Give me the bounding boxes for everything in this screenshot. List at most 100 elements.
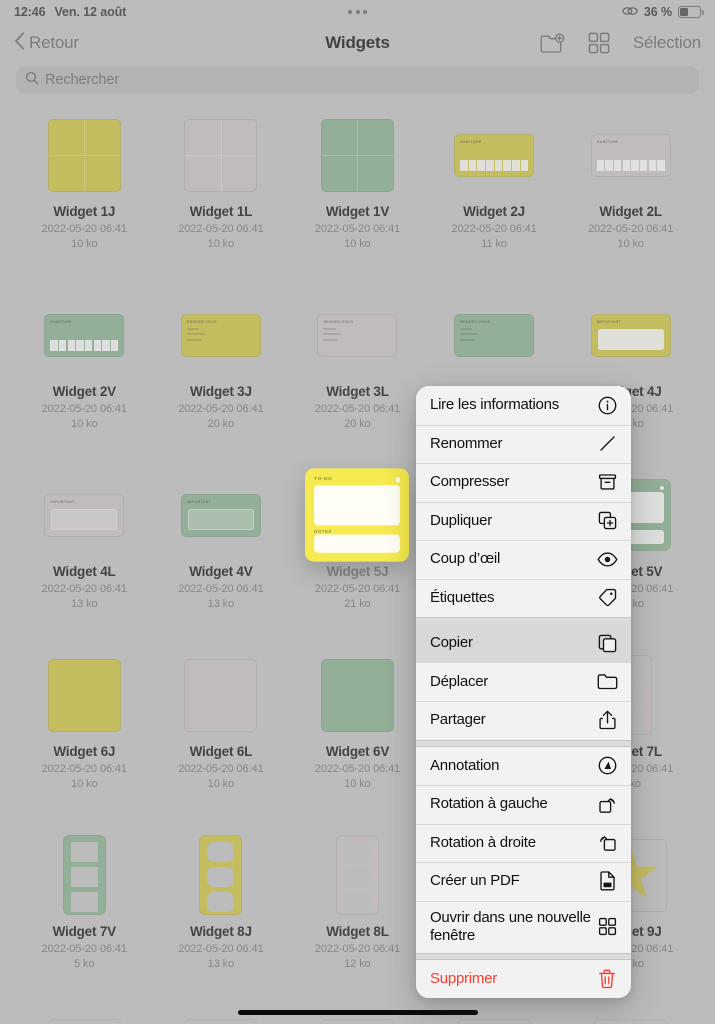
file-name: Widget 6L [189, 744, 253, 759]
file-item[interactable]: Widget 1V 2022-05-20 06:41 10 ko [289, 104, 426, 284]
file-item[interactable]: RENDEZ-VOUS Widget 3L 2022-05-20 06:41 2… [289, 284, 426, 464]
menu-item[interactable]: Annotation [416, 746, 631, 785]
file-item[interactable]: HABITUDE Widget 2V 2022-05-20 06:41 10 k… [16, 284, 153, 464]
file-date: 2022-05-20 06:41 [314, 763, 401, 776]
menu-item[interactable]: Rotation à droite [416, 823, 631, 862]
file-name: Widget 4V [189, 564, 253, 579]
file-name: Widget 1V [325, 204, 390, 219]
file-item[interactable]: RENDEZ-VOUS Widget 3J 2022-05-20 06:41 2… [153, 284, 290, 464]
home-indicator[interactable] [237, 1010, 478, 1015]
file-date: 2022-05-20 06:41 [178, 943, 264, 956]
rotate-right-icon [596, 833, 618, 852]
widget-thumbnail-rounded-strip [199, 835, 243, 915]
widget-thumbnail-filmstrip [62, 835, 106, 915]
menu-item-label: Partager [430, 711, 486, 729]
file-date: 2022-05-20 06:41 [41, 223, 127, 236]
menu-item[interactable]: Lire les informations [416, 386, 631, 425]
menu-item-label: Déplacer [430, 672, 489, 690]
file-size: 11 ko [481, 237, 507, 250]
copy-icon [596, 634, 618, 653]
grid-view-icon[interactable] [588, 32, 610, 54]
search-input[interactable]: Rechercher [16, 66, 699, 94]
widget-thumbnail-habit: HABITUDE [590, 133, 671, 177]
file-item[interactable]: IMPORTANT Widget 4L 2022-05-20 06:41 13 … [16, 464, 153, 644]
info-circle-icon [596, 396, 618, 415]
file-name: Widget 3L [326, 384, 389, 399]
file-date: 2022-05-20 06:41 [314, 943, 401, 956]
menu-item[interactable]: Dupliquer [416, 501, 631, 540]
eye-icon [596, 552, 618, 567]
chevron-left-icon [14, 32, 25, 55]
file-date: 2022-05-20 06:41 [41, 763, 127, 776]
widget-thumbnail-circle [320, 1018, 394, 1024]
file-date: 2022-05-20 06:41 [41, 403, 127, 416]
select-button[interactable]: Sélection [633, 33, 701, 53]
widget-thumbnail-important: IMPORTANT [180, 493, 261, 537]
widget-thumbnail-appointment: RENDEZ-VOUS [317, 313, 398, 357]
file-item[interactable]: HABITUDE Widget 2L 2022-05-20 06:41 10 k… [562, 104, 699, 284]
menu-item[interactable]: Copier [416, 624, 631, 663]
file-date: 2022-05-20 06:41 [451, 223, 537, 236]
file-size: 10 ko [344, 237, 371, 250]
file-item[interactable]: HABITUDE Widget 2J 2022-05-20 06:41 11 k… [426, 104, 563, 284]
file-name: Widget 4L [53, 564, 116, 579]
widget-thumbnail-plain [320, 658, 394, 732]
file-size: 10 ko [71, 237, 98, 250]
search-bar-container: Rechercher [0, 66, 715, 94]
file-size: 21 ko [344, 597, 371, 610]
file-item[interactable]: Widget 6L 2022-05-20 06:41 10 ko [153, 644, 290, 824]
file-date: 2022-05-20 06:41 [178, 403, 264, 416]
menu-item[interactable]: Supprimer [416, 959, 631, 998]
menu-item[interactable]: Ouvrir dans une nouvelle fenêtre [416, 900, 631, 953]
menu-item-label: Lire les informations [430, 396, 559, 414]
file-name: Widget 2J [463, 204, 525, 219]
file-name: Widget 7V [52, 924, 117, 939]
file-date: 2022-05-20 06:41 [178, 763, 264, 776]
widget-thumbnail-triangle [184, 1018, 258, 1024]
file-item[interactable]: Widget 6J 2022-05-20 06:41 10 ko [16, 644, 153, 824]
archive-box-icon [596, 473, 618, 491]
menu-item[interactable]: Rotation à gauche [416, 785, 631, 824]
battery-icon [678, 6, 704, 18]
context-menu: Lire les informations Renommer Compresse… [416, 386, 631, 998]
file-date: 2022-05-20 06:41 [314, 223, 401, 236]
menu-item[interactable]: Compresser [416, 463, 631, 502]
menu-group-separator [416, 952, 631, 960]
menu-item[interactable]: Renommer [416, 424, 631, 463]
file-item[interactable]: Widget 8L 2022-05-20 06:41 12 ko [289, 824, 426, 1004]
menu-item[interactable]: Coup d’œil [416, 540, 631, 579]
file-item[interactable]: Widget 10V [562, 1004, 699, 1024]
menu-group-separator [416, 739, 631, 747]
file-name: Widget 8J [189, 924, 252, 939]
file-date: 2022-05-20 06:41 [178, 583, 264, 596]
menu-item[interactable]: Partager [416, 701, 631, 740]
file-item[interactable]: Widget 1J 2022-05-20 06:41 10 ko [16, 104, 153, 284]
file-name: Widget 1L [189, 204, 253, 219]
status-time: 12:46 [14, 5, 46, 19]
folder-icon [596, 673, 618, 690]
file-item[interactable]: Widget 6V 2022-05-20 06:41 10 ko [289, 644, 426, 824]
file-item[interactable]: Widget 7V 2022-05-20 06:41 5 ko [16, 824, 153, 1004]
menu-item[interactable]: Étiquettes [416, 578, 631, 617]
file-item[interactable]: Widget 9L [16, 1004, 153, 1024]
file-item[interactable]: Widget 1L 2022-05-20 06:41 10 ko [153, 104, 290, 284]
file-name: Widget 2V [52, 384, 117, 399]
file-name: Widget 6J [53, 744, 116, 759]
multitasking-dots-icon[interactable] [348, 10, 367, 14]
new-folder-icon[interactable] [540, 32, 565, 54]
status-date: Ven. 12 août [54, 5, 127, 19]
menu-item-label: Coup d’œil [430, 550, 501, 568]
menu-item[interactable]: Créer un PDF [416, 862, 631, 901]
back-button[interactable]: Retour [14, 32, 79, 55]
file-item[interactable]: TO-DO NOTES Widget 5J 2022-05-20 06:41 2… [289, 464, 426, 644]
file-size: 12 ko [344, 957, 371, 970]
file-size: 10 ko [617, 237, 644, 250]
file-item[interactable]: Widget 8J 2022-05-20 06:41 13 ko [153, 824, 290, 1004]
share-icon [596, 710, 618, 730]
file-size: 5 ko [74, 957, 95, 970]
file-name: Widget 3J [189, 384, 252, 399]
menu-item[interactable]: Déplacer [416, 662, 631, 701]
file-item[interactable]: IMPORTANT Widget 4V 2022-05-20 06:41 13 … [153, 464, 290, 644]
menu-item-label: Créer un PDF [430, 872, 520, 890]
navigation-bar: Retour Widgets Sélection [0, 24, 715, 62]
